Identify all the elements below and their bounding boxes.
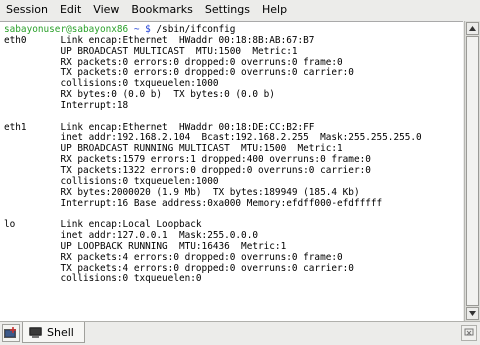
menu-bookmarks[interactable]: Bookmarks <box>125 0 198 20</box>
terminal-line: collisions:0 txqueuelen:0 <box>4 273 202 285</box>
menu-view[interactable]: View <box>87 0 125 20</box>
terminal-line: RX packets:4 errors:0 dropped:0 overruns… <box>4 251 343 263</box>
arrow-down-icon <box>469 311 476 316</box>
terminal-line: eth1 Link encap:Ethernet HWaddr 00:18:DE… <box>4 121 315 133</box>
new-session-icon <box>4 327 16 338</box>
prompt-path: ~ $ <box>128 24 151 35</box>
terminal-icon <box>29 326 42 338</box>
menubar: Session Edit View Bookmarks Settings Hel… <box>0 0 480 20</box>
terminal-line: RX packets:0 errors:0 dropped:0 overruns… <box>4 56 343 68</box>
tab-bar: Shell <box>0 321 480 345</box>
terminal-line: TX packets:1322 errors:0 dropped:0 overr… <box>4 164 371 176</box>
close-session-icon <box>464 328 474 336</box>
prompt-user: sabayonuser@sabayonx86 <box>4 24 129 35</box>
terminal-line: UP LOOPBACK RUNNING MTU:16436 Metric:1 <box>4 240 287 252</box>
tab-label: Shell <box>47 325 74 339</box>
terminal-line: UP BROADCAST RUNNING MULTICAST MTU:1500 … <box>4 143 343 155</box>
terminal-line: UP BROADCAST MULTICAST MTU:1500 Metric:1 <box>4 45 298 57</box>
terminal-output[interactable]: sabayonuser@sabayonx86 ~ $ /sbin/ifconfi… <box>0 21 463 322</box>
new-tab-button[interactable] <box>2 324 20 342</box>
scroll-up-button[interactable] <box>466 22 479 35</box>
arrow-up-icon <box>469 26 476 31</box>
scroll-thumb[interactable] <box>466 36 479 306</box>
terminal-line: inet addr:127.0.0.1 Mask:255.0.0.0 <box>4 230 258 242</box>
terminal-line: collisions:0 txqueuelen:1000 <box>4 175 219 187</box>
terminal-line: eth0 Link encap:Ethernet HWaddr 00:18:8B… <box>4 34 315 46</box>
terminal-line: RX bytes:2000020 (1.9 Mb) TX bytes:18994… <box>4 186 360 198</box>
menu-help[interactable]: Help <box>256 0 293 20</box>
terminal-line: Interrupt:18 <box>4 99 129 111</box>
terminal-line: Interrupt:16 Base address:0xa000 Memory:… <box>4 197 383 209</box>
menu-settings[interactable]: Settings <box>199 0 256 20</box>
konsole-window: Session Edit View Bookmarks Settings Hel… <box>0 0 480 345</box>
terminal-line: TX packets:4 errors:0 dropped:0 overruns… <box>4 262 354 274</box>
terminal-line: RX packets:1579 errors:1 dropped:400 ove… <box>4 154 371 166</box>
tab-shell[interactable]: Shell <box>22 322 85 343</box>
close-tab-button[interactable] <box>461 325 477 341</box>
prompt-command: /sbin/ifconfig <box>150 24 236 35</box>
terminal-line: lo Link encap:Local Loopback <box>4 219 202 231</box>
vertical-scrollbar[interactable] <box>464 21 480 321</box>
terminal-line: RX bytes:0 (0.0 b) TX bytes:0 (0.0 b) <box>4 89 275 101</box>
terminal-line: inet addr:192.168.2.104 Bcast:192.168.2.… <box>4 132 422 144</box>
scroll-down-button[interactable] <box>466 307 479 320</box>
terminal-text: sabayonuser@sabayonx86 ~ $ /sbin/ifconfi… <box>0 22 463 285</box>
terminal-line: collisions:0 txqueuelen:1000 <box>4 78 219 90</box>
terminal-line: TX packets:0 errors:0 dropped:0 overruns… <box>4 67 354 79</box>
menu-session[interactable]: Session <box>0 0 54 20</box>
menu-edit[interactable]: Edit <box>54 0 87 20</box>
